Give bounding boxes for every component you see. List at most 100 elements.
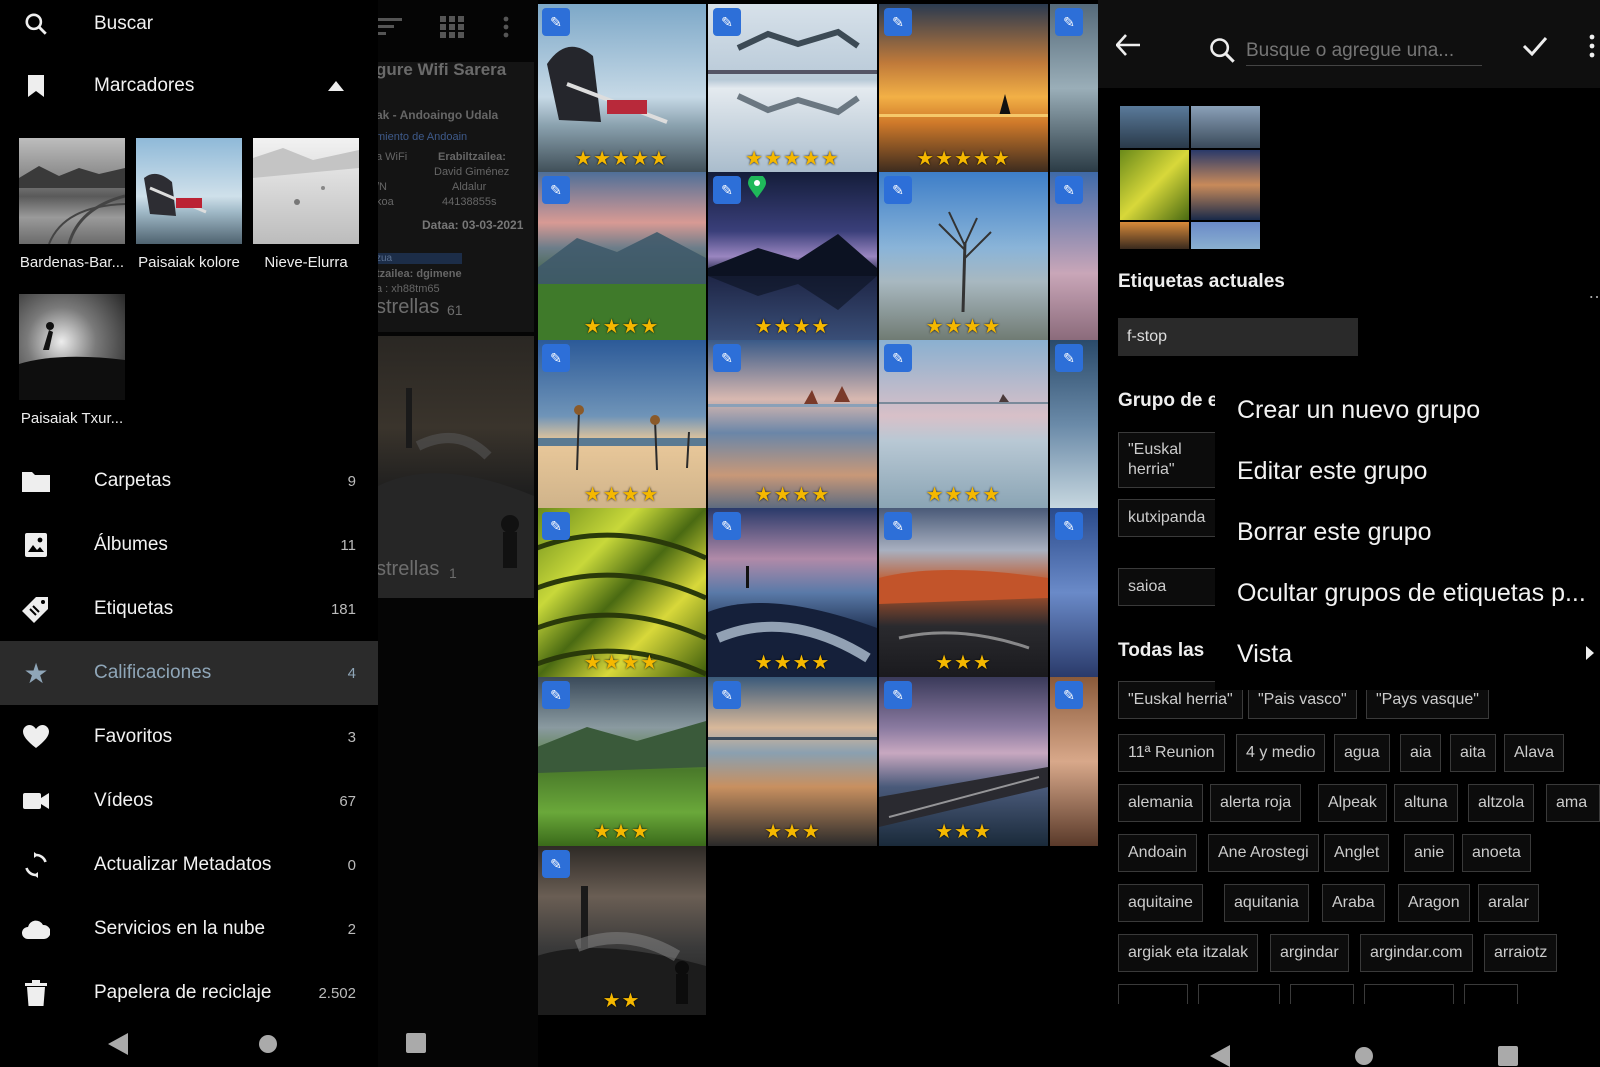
photo-thumbnail[interactable]: ✎ ★★★★ xyxy=(879,340,1048,509)
photo-thumbnail[interactable]: ✎ ★★★ xyxy=(708,677,877,846)
tag-chip[interactable]: aquitaine xyxy=(1118,884,1203,922)
tag-chip[interactable]: aralar xyxy=(1478,884,1539,922)
confirm-check-icon[interactable] xyxy=(1522,36,1548,61)
drawer-item-label: Vídeos xyxy=(94,790,154,811)
photo-thumbnail[interactable]: ✎ xyxy=(1050,677,1098,846)
tag-chip[interactable]: 4 y medio xyxy=(1236,734,1326,772)
drawer-item-albumes[interactable]: Álbumes 11 xyxy=(0,513,378,577)
search-label: Buscar xyxy=(94,13,154,34)
bookmark-thumb-kolore[interactable] xyxy=(136,138,242,244)
group-tag-chip[interactable]: "Euskal herria" xyxy=(1118,432,1218,488)
tag-chip[interactable]: Alava xyxy=(1504,734,1565,772)
tag-chip[interactable]: altuna xyxy=(1394,784,1458,822)
photo-thumbnail[interactable]: ✎ ★★★ xyxy=(538,677,706,846)
nav-back-icon[interactable] xyxy=(108,1033,128,1060)
photo-thumbnail[interactable]: ✎ ★★★★★ xyxy=(538,4,706,173)
drawer-item-carpetas[interactable]: Carpetas 9 xyxy=(0,449,378,513)
drawer-item-etiquetas[interactable]: Etiquetas 181 xyxy=(0,577,378,641)
photo-thumbnail[interactable]: ✎ ★★★ xyxy=(879,508,1048,677)
photo-thumbnail[interactable]: ✎ ★★★★ xyxy=(708,172,877,341)
photo-thumbnail[interactable]: ✎ xyxy=(1050,508,1098,677)
photo-thumbnail[interactable]: ✎ ★★★★★ xyxy=(708,4,877,173)
bookmarks-row[interactable]: Marcadores xyxy=(0,54,378,118)
menu-item-hide-groups[interactable]: Ocultar grupos de etiquetas p... xyxy=(1237,579,1586,608)
tag-chip[interactable]: Andoain xyxy=(1118,834,1197,872)
tag-chip[interactable]: Araba xyxy=(1322,884,1385,922)
photo-thumbnail[interactable]: ✎ ★★★★ xyxy=(538,508,706,677)
search-row[interactable]: Buscar xyxy=(0,0,378,56)
back-arrow-icon[interactable] xyxy=(1115,34,1140,61)
tag-chip[interactable]: aquitania xyxy=(1224,884,1309,922)
tag-chip[interactable]: argiak eta itzalak xyxy=(1118,934,1259,972)
tag-chip[interactable]: argindar xyxy=(1270,934,1349,972)
tag-chip[interactable]: ama xyxy=(1546,784,1600,822)
rating-stars: ★★★★ xyxy=(754,316,831,338)
drawer-item-actualizar[interactable]: Actualizar Metadatos 0 xyxy=(0,833,378,897)
sort-icon[interactable] xyxy=(378,16,404,44)
group-tag-chip[interactable]: kutxipanda xyxy=(1118,499,1218,537)
drawer-item-favoritos[interactable]: Favoritos 3 xyxy=(0,705,378,769)
menu-item-delete-group[interactable]: Borrar este grupo xyxy=(1237,518,1432,547)
drawer-item-count: 2 xyxy=(347,920,356,938)
tag-chip[interactable]: aia xyxy=(1400,734,1442,772)
photo-thumbnail[interactable]: ✎ ★★★★ xyxy=(708,508,877,677)
tag-chip[interactable]: anoeta xyxy=(1462,834,1531,872)
grid-view-icon[interactable] xyxy=(440,16,464,44)
drawer-item-videos[interactable]: Vídeos 67 xyxy=(0,769,378,833)
menu-item-edit-group[interactable]: Editar este grupo xyxy=(1237,457,1427,486)
tag-chip[interactable]: Aragon xyxy=(1398,884,1470,922)
tag-chip[interactable]: Anglet xyxy=(1324,834,1390,872)
group-tag-chip[interactable]: saioa xyxy=(1118,568,1218,606)
photo-thumbnail[interactable]: ✎ xyxy=(1050,340,1098,509)
photo-thumbnail[interactable]: ✎ ★★★ xyxy=(879,677,1048,846)
tag-chip[interactable]: arraiotz xyxy=(1484,934,1558,972)
photo-thumbnail[interactable]: ✎ ★★★★★ xyxy=(879,4,1048,173)
overflow-menu-icon[interactable] xyxy=(1588,34,1596,63)
photo-thumbnail[interactable]: ✎ ★★★★ xyxy=(879,172,1048,341)
tag-chip[interactable]: alerta roja xyxy=(1210,784,1302,822)
current-tag-chip[interactable]: f-stop xyxy=(1118,318,1358,356)
notice-text: tzailea: dgimene xyxy=(378,268,462,280)
photo-thumbnail[interactable]: ✎ ★★ xyxy=(538,846,706,1015)
current-tags-more-icon[interactable]: … xyxy=(1588,282,1600,303)
drawer-item-label: Papelera de reciclaje xyxy=(94,982,272,1003)
tag-chip[interactable]: aita xyxy=(1450,734,1496,772)
photo-thumbnail[interactable]: ✎ ★★★★ xyxy=(708,340,877,509)
collapse-arrow-icon[interactable] xyxy=(328,78,344,95)
tag-chip[interactable]: Alpeak xyxy=(1318,784,1387,822)
nav-back-icon[interactable] xyxy=(1210,1045,1230,1067)
bookmark-thumb-txuri[interactable] xyxy=(19,294,125,400)
photo-thumbnail[interactable]: ✎ ★★★★ xyxy=(538,172,706,341)
drawer-item-papelera[interactable]: Papelera de reciclaje 2.502 xyxy=(0,961,378,1025)
drawer-item-nube[interactable]: Servicios en la nube 2 xyxy=(0,897,378,961)
tag-chip[interactable]: anie xyxy=(1404,834,1455,872)
tag-chip[interactable]: argindar.com xyxy=(1360,934,1473,972)
nav-recents-icon[interactable] xyxy=(1498,1046,1518,1067)
tag-badge-icon: ✎ xyxy=(542,512,570,540)
tag-chip[interactable]: altzola xyxy=(1468,784,1535,822)
photo-thumbnail[interactable]: ✎ xyxy=(1050,172,1098,341)
tag-badge-icon: ✎ xyxy=(713,8,741,36)
tag-badge-icon: ✎ xyxy=(542,176,570,204)
tag-chip[interactable]: agua xyxy=(1334,734,1390,772)
nav-home-icon[interactable] xyxy=(258,1034,278,1059)
nav-recents-icon[interactable] xyxy=(406,1033,426,1058)
rating-group-count: 1 xyxy=(449,565,457,581)
photo-thumbnail[interactable]: ✎ ★★★★ xyxy=(538,340,706,509)
drawer-item-label: Etiquetas xyxy=(94,598,174,619)
bookmark-thumb-nieve[interactable] xyxy=(253,138,359,244)
photo-thumbnail[interactable]: ✎ xyxy=(1050,4,1098,173)
drawer-item-calificaciones[interactable]: ★ Calificaciones 4 xyxy=(0,641,378,705)
tag-chip[interactable]: 11ª Reunion xyxy=(1118,734,1225,772)
menu-item-create-group[interactable]: Crear un nuevo grupo xyxy=(1237,396,1480,425)
notice-text: ak - Andoaingo Udala xyxy=(378,108,499,122)
drawer-item-label: Carpetas xyxy=(94,470,172,491)
bookmark-thumb-bardenas[interactable] xyxy=(19,138,125,244)
more-options-icon[interactable] xyxy=(502,16,510,44)
bookmark-icon xyxy=(22,72,50,100)
tag-chip[interactable]: alemania xyxy=(1118,784,1203,822)
tag-chip[interactable]: Ane Arostegi xyxy=(1208,834,1319,872)
nav-home-icon[interactable] xyxy=(1354,1046,1374,1067)
tag-search-input[interactable] xyxy=(1246,36,1482,66)
menu-item-view[interactable]: Vista xyxy=(1237,640,1292,669)
